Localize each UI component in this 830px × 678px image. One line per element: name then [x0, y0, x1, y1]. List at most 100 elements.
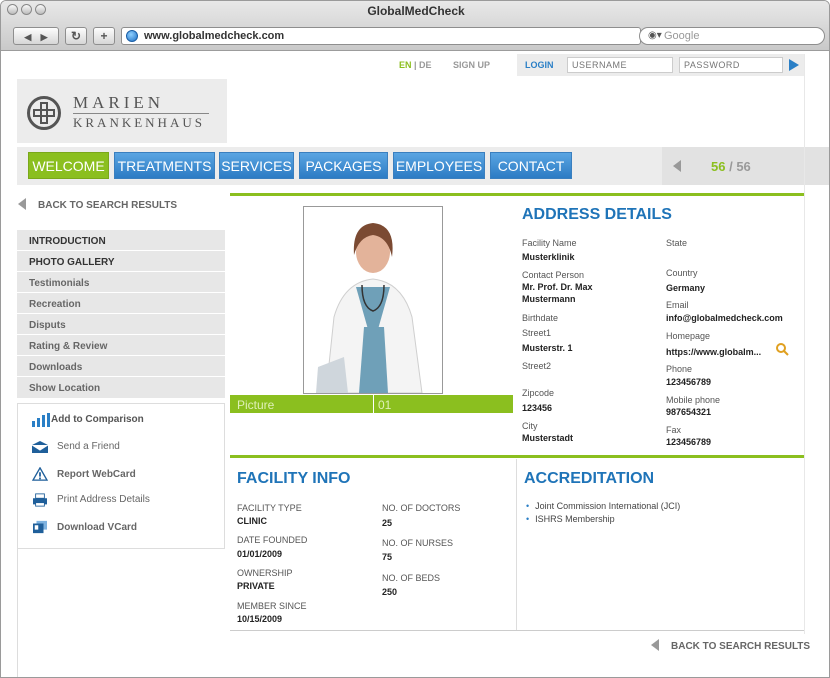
pager-total: / 56 [729, 159, 751, 174]
tab-contact[interactable]: CONTACT [490, 152, 572, 179]
doctors-label: NO. OF DOCTORS [382, 503, 461, 513]
prev-arrow-icon[interactable] [673, 160, 681, 172]
phone-value: 123456789 [666, 377, 712, 387]
fax-label: Fax [666, 425, 682, 435]
sidebar-item-recreation[interactable]: Recreation [29, 299, 81, 310]
accreditation-item-text: ISHRS Membership [535, 514, 615, 524]
sidebar-item-rating-review[interactable]: Rating & Review [29, 341, 107, 352]
reload-button[interactable]: ↻ [65, 27, 87, 45]
back-arrow-icon[interactable] [18, 198, 26, 210]
back-arrow-icon[interactable]: ◀ [24, 32, 31, 42]
email-value[interactable]: info@globalmedcheck.com [666, 313, 783, 323]
zipcode-value: 123456 [522, 403, 553, 413]
sidebar-item-testimonials[interactable]: Testimonials [29, 278, 89, 289]
mobile-label: Mobile phone [666, 395, 721, 405]
bar-chart-icon [32, 413, 50, 427]
report-webcard-link[interactable]: Report WebCard [57, 469, 136, 480]
back-to-search-link-bottom[interactable]: BACK TO SEARCH RESULTS [671, 641, 810, 652]
contact-person-value-2: Mustermann [522, 294, 576, 304]
date-founded-label: DATE FOUNDED [237, 535, 308, 545]
top-green-rule [230, 193, 804, 196]
back-forward-buttons[interactable]: ◀ ▶ [13, 27, 59, 45]
street2-label: Street2 [522, 361, 552, 371]
middle-green-rule [230, 455, 804, 458]
pager-current: 56 [711, 159, 726, 174]
pager-count: 56 / 56 [711, 159, 751, 174]
lang-en-link[interactable]: EN [399, 60, 412, 70]
homepage-label: Homepage [666, 331, 711, 341]
bullet-icon: • [526, 501, 530, 511]
back-to-search-link[interactable]: BACK TO SEARCH RESULTS [38, 200, 177, 211]
vcard-download-icon [33, 520, 47, 534]
lang-separator: | [411, 60, 420, 70]
phone-label: Phone [666, 364, 693, 374]
content-right-border [804, 54, 805, 634]
mobile-value: 987654321 [666, 407, 712, 417]
menu-divider [17, 271, 225, 272]
url-text: www.globalmedcheck.com [144, 30, 285, 42]
accreditation-item: • ISHRS Membership [526, 514, 615, 524]
sidebar-item-disputs[interactable]: Disputs [29, 320, 66, 331]
tab-treatments[interactable]: TREATMENTS [114, 152, 215, 179]
signup-link[interactable]: SIGN UP [453, 60, 490, 70]
address-bar[interactable]: www.globalmedcheck.com [121, 27, 641, 45]
tab-welcome[interactable]: WELCOME [28, 152, 109, 179]
magnifier-icon[interactable] [775, 342, 789, 356]
sidebar-border [17, 549, 18, 677]
username-input[interactable] [567, 57, 673, 73]
envelope-icon [31, 441, 49, 453]
sidebar-item-show-location[interactable]: Show Location [29, 383, 100, 394]
picture-label: Picture [237, 398, 275, 412]
download-vcard-link[interactable]: Download VCard [57, 522, 137, 533]
homepage-value[interactable]: https://www.globalm... [666, 347, 761, 357]
bottom-rule [230, 630, 804, 631]
back-arrow-icon[interactable] [651, 639, 659, 651]
ownership-value: PRIVATE [237, 581, 275, 591]
printer-icon [33, 493, 47, 507]
plus-icon: + [100, 29, 108, 43]
facility-heading: FACILITY INFO [237, 470, 351, 487]
tab-packages[interactable]: PACKAGES [299, 152, 388, 179]
language-switcher: EN | DE [399, 60, 432, 70]
facility-name-label: Facility Name [522, 238, 577, 248]
menu-divider [17, 376, 225, 377]
beds-label: NO. OF BEDS [382, 573, 441, 583]
birthdate-label: Birthdate [522, 313, 559, 323]
password-input[interactable] [679, 57, 783, 73]
nurses-value: 75 [382, 552, 393, 562]
sidebar-item-downloads[interactable]: Downloads [29, 362, 82, 373]
doctors-value: 25 [382, 518, 393, 528]
menu-divider [17, 292, 225, 293]
contact-person-label: Contact Person [522, 270, 585, 280]
nurses-label: NO. OF NURSES [382, 538, 454, 548]
address-heading: ADDRESS DETAILS [522, 206, 672, 223]
send-friend-link[interactable]: Send a Friend [57, 441, 120, 452]
forward-arrow-icon[interactable]: ▶ [41, 32, 48, 42]
menu-divider [17, 250, 225, 251]
accreditation-item: • Joint Commission International (JCI) [526, 501, 680, 511]
login-label: LOGIN [525, 60, 554, 70]
lang-de-link[interactable]: DE [419, 60, 432, 70]
accreditation-item-text: Joint Commission International (JCI) [535, 501, 681, 511]
sidebar-item-photo-gallery[interactable]: PHOTO GALLERY [29, 257, 115, 268]
tab-employees[interactable]: EMPLOYEES [393, 152, 485, 179]
print-address-link[interactable]: Print Address Details [57, 494, 150, 505]
member-since-value: 10/15/2009 [237, 614, 283, 624]
facility-name-value: Musterklinik [522, 252, 575, 262]
search-field[interactable]: ◉▾ Google [639, 27, 825, 45]
logo-line-2: KRANKENHAUS [73, 115, 205, 130]
menu-divider [17, 334, 225, 335]
picture-caption-divider [373, 395, 374, 413]
add-to-comparison-link[interactable]: Add to Comparison [51, 414, 144, 425]
menu-divider [17, 355, 225, 356]
login-go-icon[interactable] [787, 57, 801, 73]
logo-divider [73, 113, 209, 114]
bullet-icon: • [526, 514, 530, 524]
logo-line-1: MARIEN [73, 93, 165, 112]
doctor-portrait-image [304, 207, 442, 394]
new-tab-button[interactable]: + [93, 27, 115, 45]
tab-services[interactable]: SERVICES [219, 152, 294, 179]
city-label: City [522, 421, 538, 431]
ownership-label: OWNERSHIP [237, 568, 293, 578]
sidebar-item-introduction[interactable]: INTRODUCTION [29, 236, 106, 247]
